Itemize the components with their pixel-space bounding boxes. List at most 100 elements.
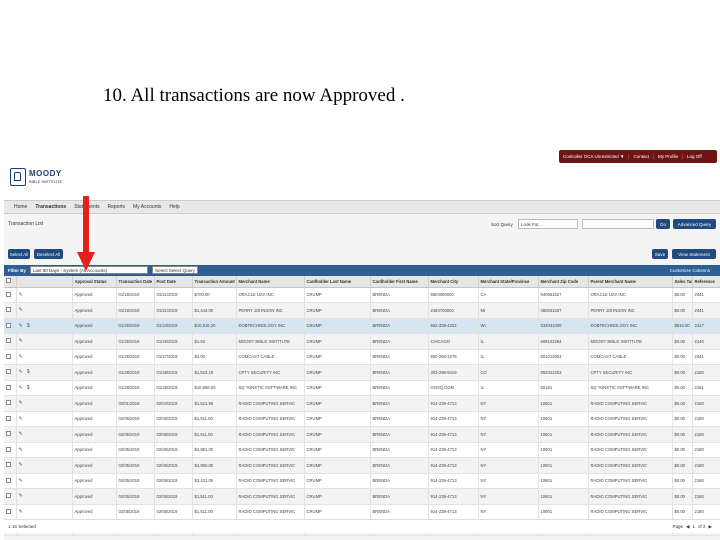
table-row[interactable]: ✎ Approved 02/05/2019 02/05/2019 $1,511.00 RA… <box>4 426 720 443</box>
search-input[interactable] <box>582 219 654 229</box>
receipt-dollar-icon[interactable]: $ <box>27 369 30 375</box>
contact-link[interactable]: Contact <box>629 154 654 159</box>
log-off-link[interactable]: Log Off <box>683 154 706 159</box>
advanced-query-button[interactable]: Advanced Query <box>673 219 716 229</box>
view-statement-button[interactable]: View Statement <box>672 249 716 259</box>
table-row[interactable]: ✎ Approved 01/18/2019 01/21/2019 $700.00 ORAC… <box>4 287 720 303</box>
column-header-sales-tax[interactable]: Sales Tax <box>672 276 693 288</box>
row-select-cell[interactable] <box>4 488 17 505</box>
row-checkbox[interactable] <box>6 493 11 499</box>
row-checkbox[interactable] <box>6 446 11 452</box>
select-all-button[interactable]: Select All <box>8 249 30 259</box>
table-row[interactable]: ✎ Approved 02/05/2019 02/05/2019 $1,511.00 RA… <box>4 411 720 427</box>
table-row[interactable]: ✎ Approved 01/19/2019 01/21/2019 $1,444.00 PE… <box>4 302 720 319</box>
table-row[interactable]: ✎ Approved 02/05/2019 02/05/2019 $3,431.00 RA… <box>4 473 720 489</box>
edit-pencil-icon[interactable]: ✎ <box>19 478 23 484</box>
save-button[interactable]: Save <box>652 249 668 259</box>
select-query-button[interactable]: Select Select Query <box>152 266 198 274</box>
row-checkbox[interactable] <box>6 415 11 421</box>
row-checkbox[interactable] <box>6 307 11 313</box>
row-select-cell[interactable] <box>4 364 17 381</box>
customize-columns-link[interactable]: Customize Columns <box>670 268 710 273</box>
column-header-transaction-date[interactable]: Transaction Date <box>116 276 155 288</box>
table-row[interactable]: ✎ Approved 01/26/2019 01/27/2019 $3.00 COMCAS… <box>4 349 720 365</box>
row-checkbox[interactable] <box>6 400 11 406</box>
row-select-cell[interactable] <box>4 349 17 365</box>
column-header-parent-merchant[interactable]: Parent Merchant Name <box>588 276 673 288</box>
sort-query-select[interactable]: Look For... <box>518 219 578 229</box>
edit-pencil-icon[interactable]: ✎ <box>19 416 23 422</box>
row-checkbox[interactable] <box>6 431 11 437</box>
table-row[interactable]: ✎ $ Approved 01/28/2019 01/28/2019 $1,523.19 C… <box>4 364 720 381</box>
row-select-cell[interactable] <box>4 457 17 474</box>
row-select-cell[interactable] <box>4 411 17 427</box>
my-profile-link[interactable]: My Profile <box>654 154 684 159</box>
row-select-cell[interactable] <box>4 426 17 443</box>
row-select-cell[interactable] <box>4 318 17 334</box>
column-header-transaction-amount[interactable]: Transaction Amount <box>192 276 237 288</box>
column-header-post-date[interactable]: Post Date <box>154 276 193 288</box>
column-header-approval-status[interactable]: Approval Status <box>72 276 117 288</box>
nav-home[interactable]: Home <box>10 204 31 210</box>
nav-help[interactable]: Help <box>165 204 183 210</box>
deselect-all-button[interactable]: Deselect All <box>34 249 63 259</box>
receipt-dollar-icon[interactable]: $ <box>27 323 30 329</box>
column-header-merchant-zip[interactable]: Merchant Zip Code <box>538 276 589 288</box>
edit-pencil-icon[interactable]: ✎ <box>19 509 23 515</box>
column-header-merchant-state[interactable]: Merchant State/Province <box>478 276 539 288</box>
row-checkbox[interactable] <box>6 477 11 483</box>
table-row[interactable]: ✎ Approved 02/05/2019 02/05/2019 $4,950.00 RA… <box>4 457 720 474</box>
edit-pencil-icon[interactable]: ✎ <box>19 323 23 329</box>
table-row[interactable]: ✎ Approved 02/01/2019 02/04/2019 $1,521.90 RA… <box>4 395 720 412</box>
edit-pencil-icon[interactable]: ✎ <box>19 354 23 360</box>
row-select-cell[interactable] <box>4 442 17 458</box>
nav-reports[interactable]: Reports <box>104 204 130 210</box>
edit-pencil-icon[interactable]: ✎ <box>19 369 23 375</box>
next-page-icon[interactable]: ▶ <box>709 524 712 530</box>
column-header-cardholder-first-name[interactable]: Cardholder First Name <box>370 276 429 288</box>
row-checkbox[interactable] <box>6 369 11 375</box>
edit-pencil-icon[interactable]: ✎ <box>19 462 23 468</box>
row-select-cell[interactable] <box>4 504 17 520</box>
row-checkbox[interactable] <box>6 322 11 328</box>
moody-logo-icon[interactable] <box>10 168 26 186</box>
table-row[interactable]: ✎ $ Approved 01/28/2019 01/28/2019 $10,668.00… <box>4 380 720 396</box>
row-checkbox[interactable] <box>6 338 11 344</box>
row-select-cell[interactable] <box>4 287 17 303</box>
row-select-cell[interactable] <box>4 302 17 319</box>
table-row[interactable]: ✎ Approved 02/05/2019 02/05/2019 $4,981.00 RA… <box>4 442 720 458</box>
edit-pencil-icon[interactable]: ✎ <box>19 292 23 298</box>
edit-pencil-icon[interactable]: ✎ <box>19 431 23 437</box>
table-row[interactable]: ✎ Approved 01/25/2019 01/25/2019 $1.53 MOODY … <box>4 333 720 350</box>
edit-pencil-icon[interactable]: ✎ <box>19 493 23 499</box>
column-header-reference[interactable]: Reference <box>692 276 720 288</box>
page-number-input[interactable]: 1 <box>693 524 696 530</box>
role-dropdown[interactable]: Controller OCA Unrestricted ▼ <box>559 154 630 159</box>
edit-pencil-icon[interactable]: ✎ <box>19 400 23 406</box>
header-checkbox[interactable] <box>6 278 11 284</box>
edit-pencil-icon[interactable]: ✎ <box>19 338 23 344</box>
row-checkbox[interactable] <box>6 353 11 359</box>
table-row[interactable]: ✎ Approved 02/05/2019 02/05/2019 $1,511.00 RA… <box>4 504 720 520</box>
row-select-cell[interactable] <box>4 395 17 412</box>
row-checkbox[interactable] <box>6 291 11 297</box>
row-checkbox[interactable] <box>6 462 11 468</box>
column-header-select[interactable] <box>4 276 17 288</box>
go-button[interactable]: Go <box>656 219 670 229</box>
prev-page-icon[interactable]: ◀ <box>686 524 689 530</box>
column-header-merchant-city[interactable]: Merchant City <box>428 276 479 288</box>
row-checkbox[interactable] <box>6 508 11 514</box>
edit-pencil-icon[interactable]: ✎ <box>19 385 23 391</box>
column-header-cardholder-last-name[interactable]: Cardholder Last Name <box>304 276 371 288</box>
table-row[interactable]: ✎ Approved 02/05/2019 02/05/2019 $1,511.00 RA… <box>4 488 720 505</box>
row-checkbox[interactable] <box>6 384 11 390</box>
receipt-dollar-icon[interactable]: $ <box>27 385 30 391</box>
row-select-cell[interactable] <box>4 473 17 489</box>
edit-pencil-icon[interactable]: ✎ <box>19 307 23 313</box>
row-select-cell[interactable] <box>4 380 17 396</box>
row-select-cell[interactable] <box>4 333 17 350</box>
nav-my-accounts[interactable]: My Accounts <box>129 204 165 210</box>
table-row[interactable]: ✎ $ Approved 01/25/2019 01/24/2019 $10,516.20… <box>4 318 720 334</box>
column-header-merchant-name[interactable]: Merchant Name <box>236 276 305 288</box>
nav-transactions[interactable]: Transactions <box>31 204 70 210</box>
